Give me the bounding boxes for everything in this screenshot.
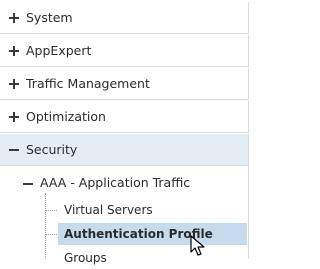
tree-connector bbox=[45, 234, 57, 235]
nav-item-label: Traffic Management bbox=[26, 76, 150, 91]
nav-item-traffic-management[interactable]: Traffic Management bbox=[0, 68, 249, 100]
plus-icon[interactable] bbox=[7, 44, 21, 58]
tree-item-virtual-servers[interactable]: Virtual Servers bbox=[58, 199, 153, 221]
tree-connector bbox=[45, 193, 46, 259]
nav-item-label: System bbox=[26, 10, 73, 25]
plus-icon[interactable] bbox=[7, 11, 21, 25]
tree-connector bbox=[45, 210, 57, 211]
tree-item-groups[interactable]: Groups bbox=[58, 247, 107, 269]
security-subtree: AAA - Application Traffic Virtual Server… bbox=[0, 165, 249, 265]
mouse-pointer-icon bbox=[190, 235, 205, 256]
navigation-tree: System AppExpert Traffic Management Opti… bbox=[0, 0, 250, 265]
plus-icon[interactable] bbox=[7, 77, 21, 91]
tree-item-authentication-profile[interactable]: Authentication Profile bbox=[58, 223, 247, 245]
nav-item-label: AppExpert bbox=[26, 43, 92, 58]
subtree-group-aaa-application-traffic[interactable]: AAA - Application Traffic bbox=[40, 175, 190, 191]
nav-item-security[interactable]: Security bbox=[0, 134, 249, 166]
minus-icon[interactable] bbox=[7, 143, 21, 157]
minus-icon[interactable] bbox=[21, 177, 35, 191]
nav-item-optimization[interactable]: Optimization bbox=[0, 101, 249, 133]
nav-item-label: Security bbox=[26, 142, 78, 157]
plus-icon[interactable] bbox=[7, 110, 21, 124]
nav-item-system[interactable]: System bbox=[0, 2, 249, 34]
nav-item-appexpert[interactable]: AppExpert bbox=[0, 35, 249, 67]
nav-item-label: Optimization bbox=[26, 109, 106, 124]
